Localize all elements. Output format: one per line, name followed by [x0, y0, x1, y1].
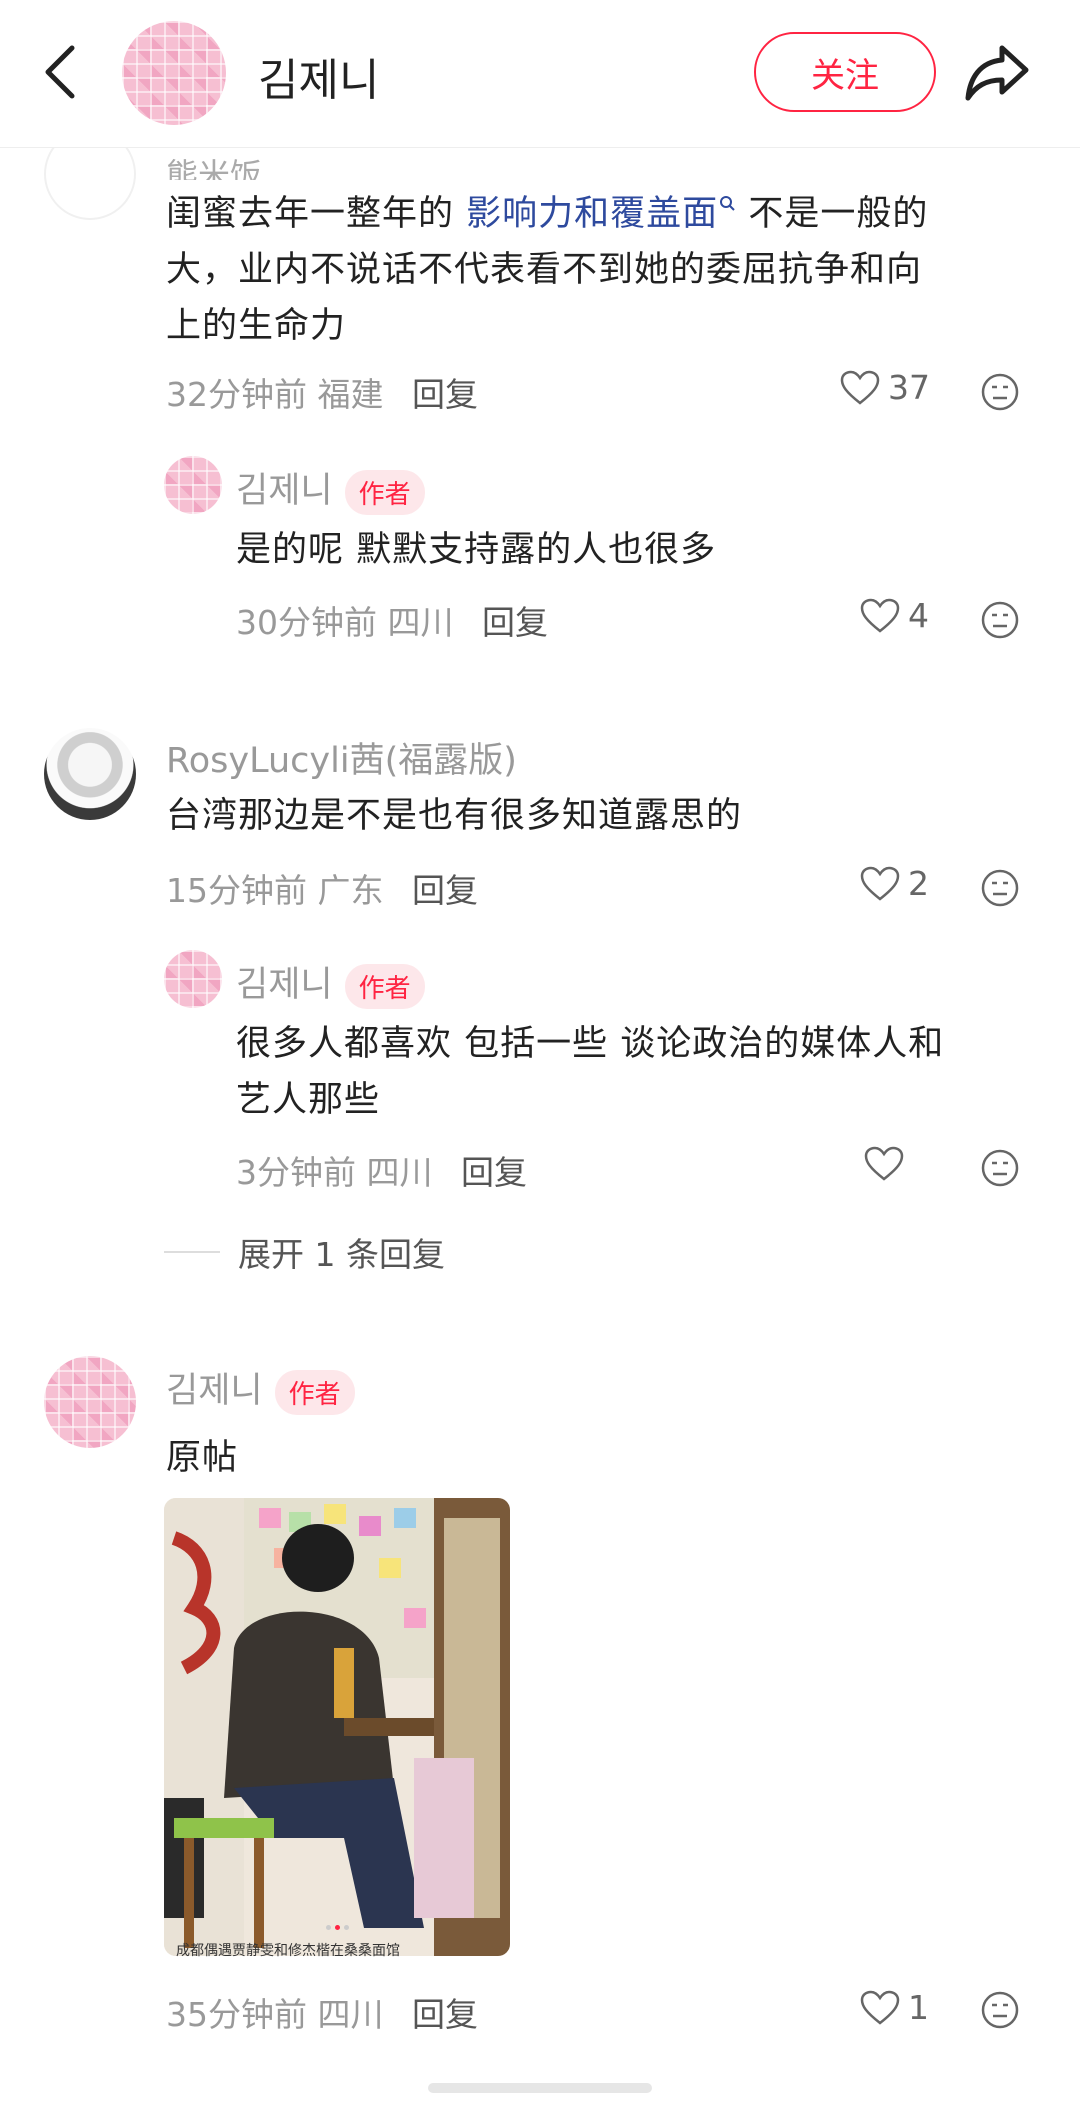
author-badge: 作者	[344, 963, 425, 1009]
like-button[interactable]: 2	[860, 864, 929, 903]
reply-button[interactable]: 回复	[412, 871, 478, 910]
reply-author[interactable]: 김제니 作者	[236, 956, 425, 1009]
like-count: 1	[908, 1988, 929, 2027]
like-count: 2	[908, 864, 929, 903]
photo-caption: 成都偶遇贾静雯和修杰楷在桑桑面馆	[176, 1943, 400, 1959]
expand-replies-button[interactable]: 展开 1 条回复	[164, 1228, 445, 1276]
author-badge: 作者	[274, 1369, 355, 1415]
reply-button[interactable]: 回复	[412, 1995, 478, 2034]
photo-pager	[326, 1925, 349, 1930]
emoji-icon[interactable]	[980, 600, 1020, 640]
commenter-name[interactable]: 김제니 作者	[166, 1362, 355, 1415]
topic-link[interactable]: 影响力和覆盖面	[466, 194, 736, 234]
comment-text: 原帖	[166, 1438, 239, 1478]
commenter-avatar[interactable]	[44, 1356, 136, 1448]
comment-meta: 35分钟前 四川 回复	[166, 1995, 478, 2034]
like-button[interactable]: 4	[860, 596, 929, 635]
reply-button[interactable]: 回复	[412, 375, 478, 414]
author-name[interactable]: 김제니	[258, 44, 379, 108]
home-indicator[interactable]	[428, 2083, 652, 2093]
reply-text: 是的呢 默默支持露的人也很多	[236, 530, 717, 570]
top-bar: 김제니 关注	[0, 0, 1080, 148]
like-button[interactable]: 1	[860, 1988, 929, 2027]
heart-icon	[860, 598, 900, 633]
comment-text: 闺蜜去年一整年的 影响力和覆盖面 不是一般的 大，业内不说话不代表看不到她的委屈…	[166, 194, 929, 346]
follow-button[interactable]: 关注	[754, 32, 936, 112]
like-count: 37	[888, 368, 930, 407]
like-button[interactable]	[864, 1146, 912, 1182]
reply-meta: 3分钟前 四川 回复	[236, 1153, 527, 1192]
like-button[interactable]: 37	[840, 368, 930, 407]
comment-meta: 32分钟前 福建 回复	[166, 375, 478, 414]
divider	[164, 1251, 220, 1253]
reply-avatar[interactable]	[164, 456, 222, 514]
reply-avatar[interactable]	[164, 950, 222, 1008]
comment-meta: 15分钟前 广东 回复	[166, 871, 478, 910]
reply-text: 很多人都喜欢 包括一些 谈论政治的媒体人和 艺人那些	[236, 1024, 945, 1120]
search-icon	[720, 196, 735, 211]
comment-text: 台湾那边是不是也有很多知道露思的	[166, 796, 743, 836]
emoji-icon[interactable]	[980, 1148, 1020, 1188]
reply-meta: 30分钟前 四川 回复	[236, 603, 548, 642]
heart-icon	[860, 866, 900, 901]
photo-illustration	[164, 1498, 510, 1956]
heart-icon	[864, 1146, 904, 1181]
comment-photo[interactable]	[164, 1498, 510, 1956]
commenter-name[interactable]: RosyLucyli茜(福露版)	[166, 732, 517, 783]
emoji-icon[interactable]	[980, 372, 1020, 412]
reply-author[interactable]: 김제니 作者	[236, 462, 425, 515]
heart-icon	[860, 1990, 900, 2025]
like-count: 4	[908, 596, 929, 635]
back-arrow-icon[interactable]	[36, 40, 84, 104]
reply-button[interactable]: 回复	[461, 1153, 527, 1192]
share-icon[interactable]	[962, 40, 1032, 104]
author-avatar[interactable]	[122, 21, 226, 125]
emoji-icon[interactable]	[980, 868, 1020, 908]
heart-icon	[840, 370, 880, 405]
commenter-avatar[interactable]	[44, 728, 136, 820]
author-badge: 作者	[344, 469, 425, 515]
reply-button[interactable]: 回复	[482, 603, 548, 642]
emoji-icon[interactable]	[980, 1990, 1020, 2030]
commenter-name[interactable]: 熊米饭	[166, 150, 262, 180]
